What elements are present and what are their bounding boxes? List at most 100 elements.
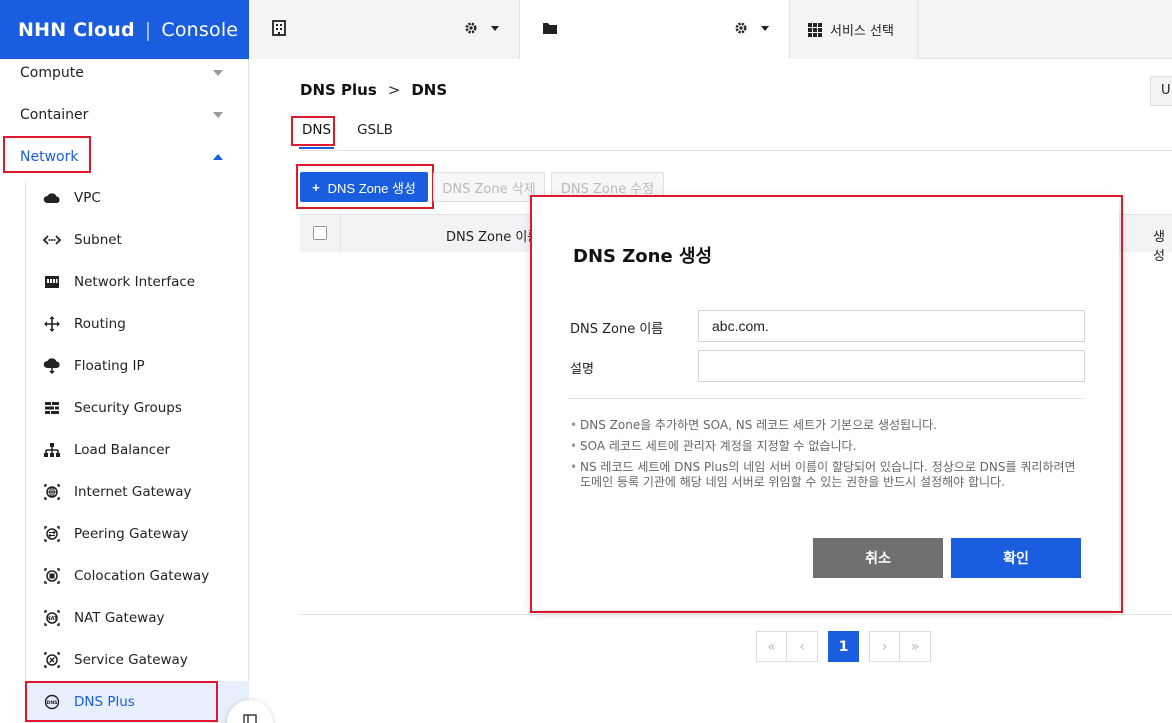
network-interface-icon [45, 276, 59, 288]
confirm-button[interactable]: 확인 [951, 538, 1081, 578]
dns-icon: DNS [44, 694, 60, 710]
svg-text:DNS: DNS [47, 700, 58, 706]
sidebar-item-colocation-gateway[interactable]: Colocation Gateway [26, 555, 249, 597]
description-label: 설명 [570, 362, 594, 377]
create-dns-zone-label: DNS Zone 생성 [327, 180, 416, 196]
sidebar-item-label: Security Groups [74, 400, 182, 416]
logo[interactable]: NHN Cloud | Console [0, 0, 249, 59]
sidebar-item-label: Subnet [74, 232, 122, 248]
security-groups-icon [45, 402, 59, 414]
colocation-gateway-icon [44, 568, 60, 584]
sidebar-item-label: Load Balancer [74, 442, 171, 458]
sidebar-item-label: NAT Gateway [74, 610, 165, 626]
folder-icon [543, 23, 557, 34]
chevron-down-icon[interactable] [491, 26, 499, 31]
zone-name-label: DNS Zone 이름 [570, 322, 664, 337]
sidebar-item-nat-gateway[interactable]: NAT NAT Gateway [26, 597, 249, 639]
pagination: « ‹ 1 › » [756, 631, 931, 662]
project-selector[interactable] [520, 0, 790, 59]
create-dns-zone-button[interactable]: + DNS Zone 생성 [300, 172, 428, 202]
sidebar-category-network[interactable]: Network [0, 136, 249, 178]
sidebar: Compute Container Network VPC Subnet Net… [0, 59, 249, 723]
service-select-button[interactable]: 서비스 선택 [790, 0, 918, 59]
page-button-current[interactable]: 1 [828, 631, 859, 662]
sidebar-item-label: Colocation Gateway [74, 568, 210, 584]
sidebar-item-load-balancer[interactable]: Load Balancer [26, 429, 249, 471]
table-bottom-border [300, 614, 1172, 615]
gear-icon[interactable] [463, 20, 479, 36]
dialog-notes: DNS Zone을 추가하면 SOA, NS 레코드 세트가 기본으로 생성됩니… [570, 418, 1090, 496]
sidebar-category-compute[interactable]: Compute [0, 52, 249, 94]
sidebar-item-routing[interactable]: Routing [26, 303, 249, 345]
dialog-title: DNS Zone 생성 [573, 246, 713, 267]
dialog-divider [568, 398, 1085, 399]
description-input[interactable] [698, 350, 1085, 382]
load-balancer-icon [44, 443, 60, 457]
note-item: SOA 레코드 세트에 관리자 계정을 지정할 수 없습니다. [570, 439, 1090, 454]
sidebar-category-label: Compute [20, 65, 84, 81]
sidebar-item-floating-ip[interactable]: Floating IP [26, 345, 249, 387]
note-item: DNS Zone을 추가하면 SOA, NS 레코드 세트가 기본으로 생성됩니… [570, 418, 1090, 433]
prev-page-button[interactable]: ‹ [787, 631, 818, 662]
organization-selector[interactable] [249, 0, 520, 59]
top-bar: NHN Cloud | Console 서비스 선택 [0, 0, 1172, 59]
column-header-created[interactable]: 생성 [1153, 226, 1172, 264]
create-dns-zone-dialog: DNS Zone 생성 DNS Zone 이름 abc.com. 설명 DNS … [532, 197, 1119, 610]
service-gateway-icon [44, 652, 60, 668]
service-select-label: 서비스 선택 [830, 24, 894, 39]
sidebar-category-container[interactable]: Container [0, 94, 249, 136]
grid-icon [808, 22, 822, 37]
tab-gslb[interactable]: GSLB [355, 119, 395, 149]
breadcrumb: DNS Plus > DNS [300, 81, 447, 99]
chevron-right-icon: > [387, 81, 401, 99]
collapse-icon [243, 714, 257, 723]
sidebar-item-label: Peering Gateway [74, 526, 189, 542]
sidebar-item-label: Routing [74, 316, 126, 332]
tab-divider [300, 150, 1172, 151]
chevron-down-icon [213, 70, 223, 76]
column-header-zone-name[interactable]: DNS Zone 이름 [446, 226, 539, 245]
sidebar-item-peering-gateway[interactable]: Peering Gateway [26, 513, 249, 555]
sidebar-item-internet-gateway[interactable]: Internet Gateway [26, 471, 249, 513]
column-divider [340, 215, 341, 253]
chevron-up-icon [213, 154, 223, 160]
breadcrumb-parent[interactable]: DNS Plus [300, 81, 377, 99]
sidebar-category-label: Network [20, 149, 79, 165]
sidebar-item-dns-plus[interactable]: DNS DNS Plus [26, 681, 249, 723]
routing-icon [44, 316, 60, 332]
sidebar-item-service-gateway[interactable]: Service Gateway [26, 639, 249, 681]
internet-gateway-icon [44, 484, 60, 500]
sidebar-item-label: DNS Plus [74, 694, 135, 710]
logo-product: Console [161, 18, 239, 41]
cloud-icon [43, 193, 60, 203]
sidebar-item-label: VPC [74, 190, 101, 206]
subnet-icon [43, 235, 61, 245]
select-all-checkbox[interactable] [313, 226, 327, 240]
top-right-button[interactable]: U [1150, 76, 1172, 106]
delete-dns-zone-button[interactable]: DNS Zone 삭제 [433, 172, 545, 202]
svg-text:NAT: NAT [46, 616, 58, 622]
nat-gateway-icon: NAT [44, 610, 60, 626]
sidebar-item-label: Network Interface [74, 274, 196, 290]
sidebar-item-security-groups[interactable]: Security Groups [26, 387, 249, 429]
plus-icon: + [312, 179, 320, 195]
chevron-down-icon [213, 112, 223, 118]
tab-dns[interactable]: DNS [298, 119, 335, 149]
sidebar-item-label: Service Gateway [74, 652, 188, 668]
logo-brand: NHN Cloud [18, 18, 135, 41]
tab-bar: DNS GSLB [298, 119, 417, 151]
zone-name-input[interactable]: abc.com. [698, 310, 1085, 342]
logo-separator: | [144, 18, 152, 41]
first-page-button[interactable]: « [756, 631, 787, 662]
next-page-button[interactable]: › [869, 631, 900, 662]
peering-gateway-icon [44, 526, 60, 542]
gear-icon[interactable] [733, 20, 749, 36]
sidebar-item-network-interface[interactable]: Network Interface [26, 261, 249, 303]
sidebar-item-label: Floating IP [74, 358, 145, 374]
sidebar-item-vpc[interactable]: VPC [26, 177, 249, 219]
last-page-button[interactable]: » [900, 631, 931, 662]
cancel-button[interactable]: 취소 [813, 538, 943, 578]
chevron-down-icon[interactable] [761, 26, 769, 31]
sidebar-item-subnet[interactable]: Subnet [26, 219, 249, 261]
floating-ip-icon [43, 358, 60, 374]
